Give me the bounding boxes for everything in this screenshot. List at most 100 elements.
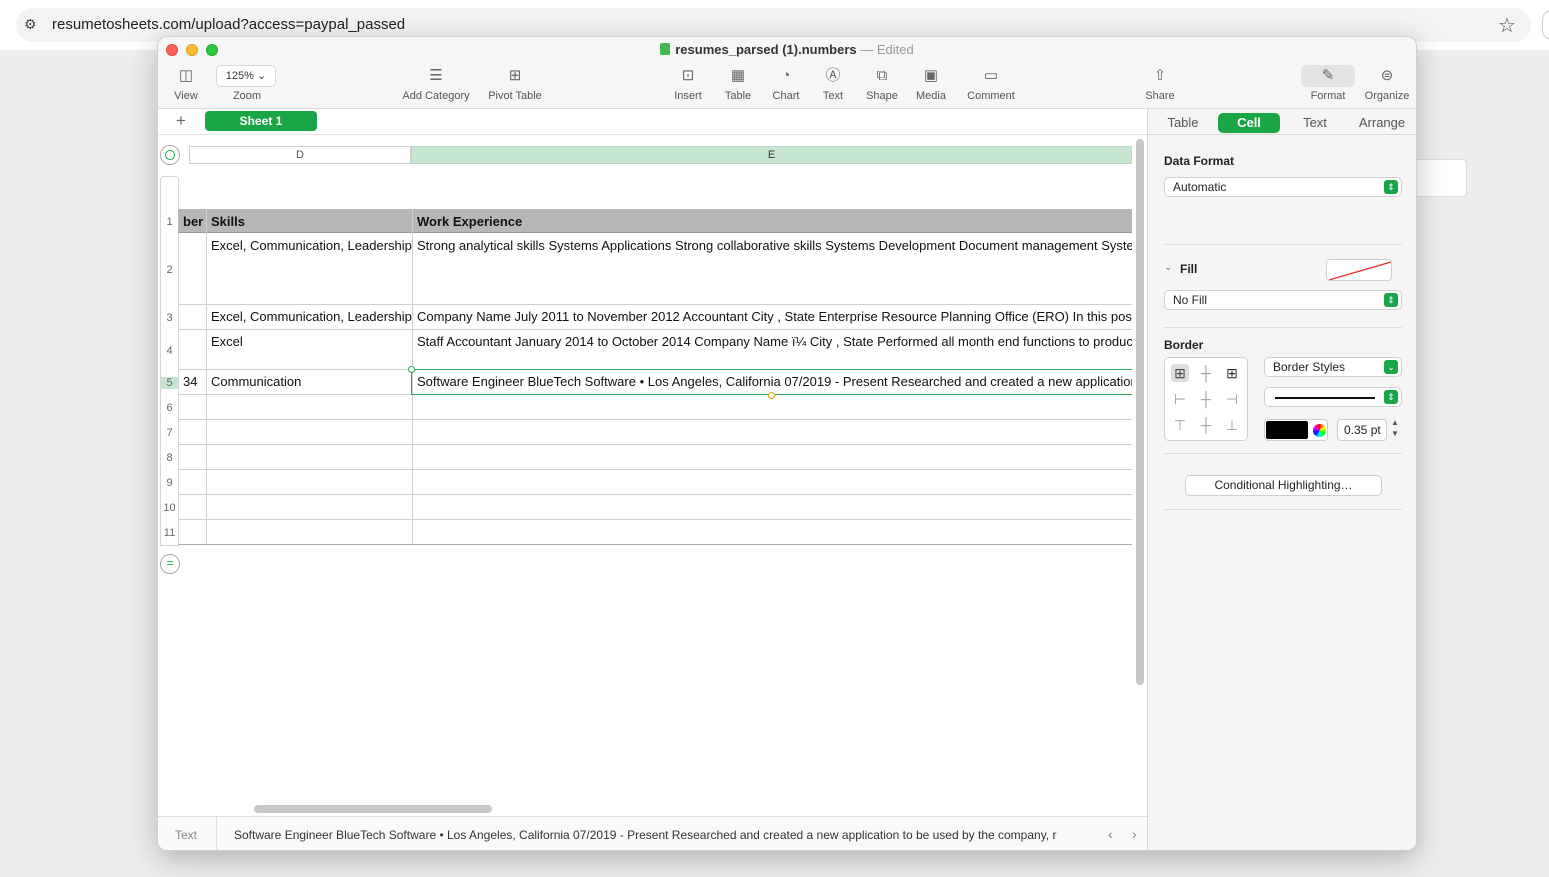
line-style-select[interactable]: ⇕	[1264, 387, 1402, 407]
horizontal-scrollbar[interactable]	[254, 805, 492, 813]
header-cell-work-experience[interactable]: Work Experience	[412, 209, 1132, 229]
text-button[interactable]: Ⓐ Text	[820, 65, 846, 102]
organize-label: Organize	[1364, 90, 1410, 102]
row-number[interactable]: 9	[161, 477, 178, 489]
fill-swatch[interactable]	[1326, 259, 1392, 281]
row-divider	[178, 329, 1132, 330]
column-header-e[interactable]: E	[411, 146, 1132, 164]
formula-value[interactable]: Software Engineer BlueTech Software • Lo…	[234, 828, 1096, 842]
organize-button[interactable]: ⊜ Organize	[1361, 65, 1413, 102]
border-width-field[interactable]: 0.35 pt	[1337, 419, 1387, 441]
cell-c-5[interactable]: 34	[178, 369, 206, 394]
formula-bar: Text Software Engineer BlueTech Software…	[158, 816, 1147, 850]
selection-handle[interactable]	[408, 366, 415, 373]
tab-arrange[interactable]: Arrange	[1350, 113, 1414, 133]
shape-button[interactable]: ⧉ Shape	[864, 65, 900, 102]
add-category-button[interactable]: ☰ Add Category	[398, 65, 474, 102]
no-fill-slash-icon	[1328, 261, 1391, 280]
cell-c-3[interactable]	[178, 304, 206, 329]
border-vertical-icon[interactable]: ┼	[1197, 390, 1215, 408]
format-label: Format	[1310, 90, 1346, 102]
url-text[interactable]: resumetosheets.com/upload?access=paypal_…	[52, 16, 405, 33]
row-number[interactable]: 1	[161, 216, 178, 228]
disclosure-chevron-icon[interactable]: ⌄	[1164, 262, 1172, 273]
cell-skills-4[interactable]: Excel	[206, 329, 412, 369]
border-styles-select[interactable]: Border Styles ⌄	[1264, 357, 1402, 377]
border-color-well[interactable]	[1264, 419, 1328, 441]
cell-skills-2[interactable]: Excel, Communication, Leadership	[206, 233, 412, 304]
cell-work-4[interactable]: Staff Accountant January 2014 to October…	[412, 329, 1132, 369]
border-right-icon[interactable]: ⊣	[1223, 390, 1241, 408]
add-sheet-button[interactable]: +	[176, 111, 186, 131]
cell-work-2[interactable]: Strong analytical skills Systems Applica…	[412, 233, 1132, 304]
bookmark-star-icon[interactable]: ☆	[1498, 13, 1516, 38]
chevron-left-icon[interactable]: ‹	[1108, 826, 1113, 842]
row-number[interactable]: 3	[161, 312, 178, 324]
border-inside-icon[interactable]: ┼	[1197, 364, 1215, 382]
border-outside-icon[interactable]: ⊞	[1223, 364, 1241, 382]
chevron-right-icon[interactable]: ›	[1132, 826, 1137, 842]
column-divider	[206, 209, 207, 544]
format-button[interactable]: ✎ Format	[1301, 65, 1355, 102]
border-width-stepper[interactable]: ▲ ▼	[1389, 417, 1401, 441]
data-format-select[interactable]: Automatic ⇕	[1164, 177, 1402, 197]
row-number[interactable]: 6	[161, 402, 178, 414]
row-number[interactable]: 11	[161, 527, 178, 539]
row-number[interactable]: 2	[161, 264, 178, 276]
site-settings-icon[interactable]: ⚙	[24, 16, 42, 34]
zoom-select[interactable]: 125% ⌄	[216, 65, 276, 87]
color-wheel-icon[interactable]	[1313, 424, 1326, 437]
tab-table[interactable]: Table	[1158, 113, 1208, 133]
conditional-highlighting-button[interactable]: Conditional Highlighting…	[1185, 475, 1382, 496]
add-rows-handle[interactable]: =	[160, 554, 180, 574]
sheet-canvas[interactable]: D E ber Skills Work Experience Excel, Co…	[158, 136, 1132, 802]
chart-button[interactable]: ◔ Chart	[770, 65, 802, 102]
pivot-table-button[interactable]: ⊞ Pivot Table	[485, 65, 545, 102]
row-divider	[178, 419, 1132, 420]
table-select-handle[interactable]	[160, 145, 180, 165]
border-top-icon[interactable]: ⊤	[1171, 416, 1189, 434]
tab-text[interactable]: Text	[1290, 113, 1340, 133]
vertical-scrollbar[interactable]	[1136, 139, 1144, 685]
table-icon: ▦	[730, 67, 746, 84]
tab-sheet-1[interactable]: Sheet 1	[205, 111, 317, 131]
cell-c-2[interactable]	[178, 233, 206, 304]
document-title: resumes_parsed (1).numbers — Edited	[158, 42, 1416, 57]
insert-button[interactable]: ⊡ Insert	[671, 65, 705, 102]
numbers-window: resumes_parsed (1).numbers — Edited ◫ Vi…	[157, 36, 1417, 851]
cell-skills-3[interactable]: Excel, Communication, Leadership	[206, 304, 412, 329]
numbers-doc-icon	[660, 43, 671, 55]
row-number-selected[interactable]: 5	[161, 377, 178, 389]
cell-skills-5[interactable]: Communication	[206, 369, 412, 394]
border-all-icon[interactable]: ⊞	[1171, 364, 1189, 382]
text-box-icon: Ⓐ	[825, 67, 841, 84]
profile-button[interactable]	[1542, 10, 1549, 40]
row-number[interactable]: 7	[161, 427, 178, 439]
fill-value: No Fill	[1173, 293, 1208, 307]
tab-cell[interactable]: Cell	[1218, 113, 1280, 133]
header-cell-number[interactable]: ber	[178, 209, 206, 229]
border-left-icon[interactable]: ⊢	[1171, 390, 1189, 408]
list-icon: ☰	[429, 67, 443, 84]
media-button[interactable]: ▣ Media	[914, 65, 948, 102]
fill-select[interactable]: No Fill ⇕	[1164, 290, 1402, 310]
border-bottom-icon[interactable]: ⊥	[1223, 416, 1241, 434]
share-button[interactable]: ⇧ Share	[1143, 65, 1177, 102]
header-cell-skills[interactable]: Skills	[206, 209, 412, 229]
cell-work-3[interactable]: Company Name July 2011 to November 2012 …	[412, 304, 1132, 329]
row-number[interactable]: 8	[161, 452, 178, 464]
autofill-handle[interactable]	[768, 392, 775, 399]
row-number[interactable]: 4	[161, 345, 178, 357]
document-name: resumes_parsed (1).numbers	[675, 42, 857, 57]
row-divider	[178, 519, 1132, 520]
border-horizontal-icon[interactable]: ┼	[1197, 416, 1215, 434]
view-button[interactable]: ◫ View	[172, 65, 200, 102]
share-label: Share	[1145, 90, 1175, 102]
column-header-d[interactable]: D	[189, 146, 411, 164]
zoom-control[interactable]: 125% ⌄ Zoom	[216, 65, 278, 102]
comment-button[interactable]: ▭ Comment	[963, 65, 1019, 102]
cell-c-4[interactable]	[178, 329, 206, 369]
row-number[interactable]: 10	[161, 502, 178, 514]
table-button[interactable]: ▦ Table	[723, 65, 753, 102]
cell-work-5[interactable]: Software Engineer BlueTech Software • Lo…	[412, 369, 1132, 394]
